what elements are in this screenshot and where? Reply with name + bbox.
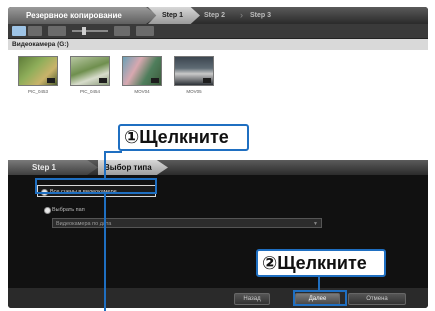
highlight-box-next — [293, 290, 347, 306]
video-badge-icon — [99, 78, 107, 83]
thumbnail-caption: PIC_0453 — [27, 89, 48, 94]
video-badge-icon — [151, 78, 159, 83]
step-3-tab: Step 3 — [250, 12, 272, 19]
thumbnail-item[interactable]: MOV05 — [174, 56, 214, 94]
leader-line-2 — [318, 277, 320, 290]
thumbnail-item[interactable]: MOV04 — [122, 56, 162, 94]
zoom-slider-track[interactable] — [72, 30, 108, 32]
step-number-2: ② — [262, 253, 278, 273]
thumbnail-image[interactable] — [18, 56, 58, 86]
video-badge-icon — [203, 78, 211, 83]
chevron-down-icon: ▼ — [313, 221, 318, 227]
display-icon[interactable] — [136, 26, 154, 36]
lower-step-bar: Step 1 Выбор типа — [8, 160, 428, 175]
callout-click-2: ②Щелкните — [256, 249, 386, 277]
thumbnail-caption: MOV04 — [134, 89, 150, 94]
chevron-right-icon: › — [240, 10, 243, 20]
thumbnail-item[interactable]: PIC_0454 — [70, 56, 110, 94]
thumbnail-item[interactable]: PIC_0453 — [18, 56, 58, 94]
highlight-box-option — [35, 178, 157, 194]
device-header: Видеокамера (G:) — [8, 39, 428, 50]
lower-step-1-label: Step 1 — [8, 160, 98, 175]
callout-click-1: ①Щелкните — [118, 124, 249, 151]
grid-view-icon[interactable] — [12, 26, 26, 36]
view-toolbar — [8, 24, 428, 39]
thumbnail-caption: PIC_0454 — [79, 89, 100, 94]
backup-title: Резервное копирование — [8, 7, 158, 24]
footer-bar: Назад Далее Отмена — [8, 288, 428, 308]
option-choose-folder-label: Выбрать пап — [52, 207, 85, 213]
step-number-1: ① — [124, 127, 140, 147]
thumbnail-image[interactable] — [122, 56, 162, 86]
folder-select[interactable]: Видеокамера по дата ▼ — [52, 218, 322, 228]
leader-connector-1 — [104, 151, 122, 153]
filter-icon[interactable] — [48, 26, 66, 36]
thumbnail-image[interactable] — [70, 56, 110, 86]
leader-line-1-lower — [104, 194, 106, 311]
thumbnail-caption: MOV05 — [186, 89, 202, 94]
list-view-icon[interactable] — [28, 26, 42, 36]
leader-line-1 — [104, 151, 106, 178]
section-title: Выбор типа — [98, 160, 168, 175]
video-badge-icon — [47, 78, 55, 83]
cancel-button[interactable]: Отмена — [348, 293, 406, 305]
step-2-tab: Step 2 — [204, 12, 226, 19]
step-bar: Резервное копирование Step 1 › Step 2 St… — [8, 7, 428, 24]
callout-2-text: Щелкните — [277, 253, 367, 273]
radio-choose-folder[interactable] — [44, 207, 51, 214]
calendar-icon[interactable] — [114, 26, 130, 36]
back-button[interactable]: Назад — [234, 293, 270, 305]
callout-1-text: Щелкните — [139, 127, 229, 147]
thumbnail-image[interactable] — [174, 56, 214, 86]
zoom-slider-handle[interactable] — [82, 27, 86, 35]
